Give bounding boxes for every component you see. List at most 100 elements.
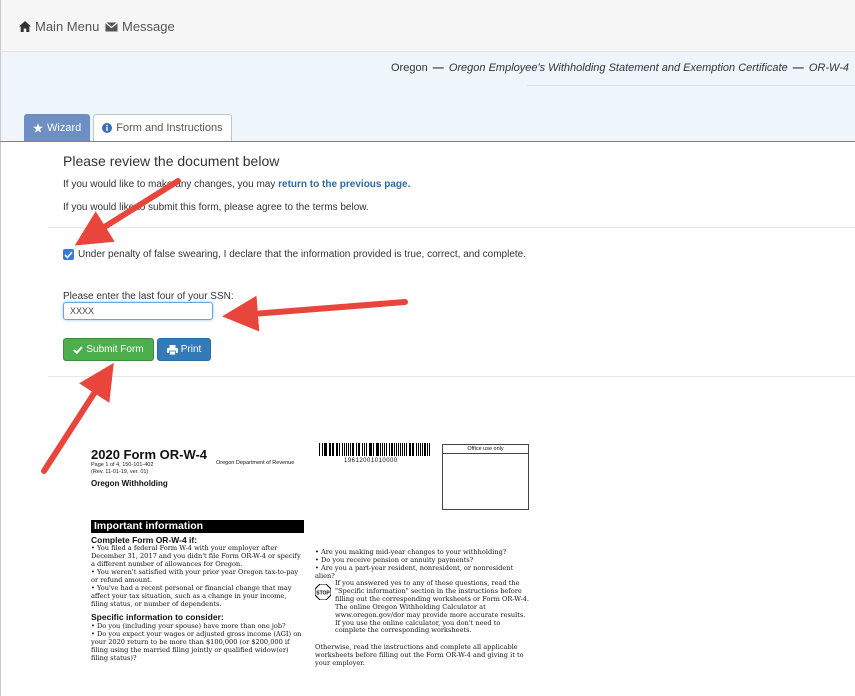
breadcrumb-form-code: OR-W-4 [808,62,849,74]
barcode-stripe [322,443,323,456]
annotation-arrow [222,295,408,332]
barcode-stripe [319,443,321,456]
barcode-stripe [415,443,418,456]
submit-form-button[interactable]: Submit Form [63,338,154,361]
breadcrumb-form-title: Oregon Employee's Withholding Statement … [448,62,788,74]
top-nav-bar: Main Menu Message [0,0,855,52]
breadcrumb-separator: — [432,62,444,74]
barcode-stripe [331,443,334,456]
home-icon [19,21,31,32]
barcode-stripe [344,443,345,456]
barcode-stripe [368,443,370,456]
barcode-stripe [422,443,424,456]
office-use-label: Office use only [443,445,528,454]
barcode-stripe [429,443,430,456]
tab-form-label: Form and Instructions [116,122,223,134]
doc-subtitle: Oregon Withholding [91,479,168,488]
office-use-box: Office use only [442,444,529,510]
barcode-stripe [399,443,401,456]
doc-department: Oregon Department of Revenue [216,460,295,466]
stop-sign-icon: STOP [315,584,331,600]
barcode-stripe [426,443,428,456]
barcode-stripe [359,443,361,456]
envelope-icon [105,21,118,31]
stop-instructions: If you answered yes to any of these ques… [335,579,530,635]
barcode-stripe [382,443,384,456]
barcode-stripe [388,443,391,456]
barcode-stripe [397,443,399,456]
print-label: Print [180,344,202,355]
declaration-label: Under penalty of false swearing, I decla… [78,249,527,260]
list-item: • You've had a recent personal or financ… [91,584,292,608]
breadcrumb-separator: — [792,62,804,74]
submit-form-label: Submit Form [86,344,144,355]
message-link[interactable]: Message [105,19,175,34]
info-icon [102,123,113,133]
barcode-stripe [341,443,344,456]
list-item: • Do you expect your wages or adjusted g… [91,630,302,662]
declaration-checkbox[interactable] [63,249,74,260]
barcode-stripe [365,443,367,456]
barcode-stripe [408,443,411,456]
barcode-stripe [355,443,357,456]
barcode [319,443,431,456]
important-info-heading: Important information [91,520,304,533]
doc-title: 2020 Form OR-W-4 [91,447,208,462]
barcode-stripe [325,443,327,456]
barcode-stripe [345,443,347,456]
barcode-stripe [418,443,419,456]
barcode-stripe [411,443,413,456]
barcode-stripe [379,443,381,456]
print-button[interactable]: Print [157,338,211,361]
checkmark-icon [64,251,73,259]
return-previous-link[interactable]: return to the previous page. [278,179,410,190]
barcode-stripe [338,443,340,456]
barcode-stripe [330,443,331,456]
barcode-stripe [377,443,379,456]
barcode-stripe [335,443,337,456]
ssn-input[interactable] [63,302,213,320]
barcode-stripe [328,443,330,456]
doc-rev-info: (Rev. 11-01-19, ver. 01) [91,469,149,475]
barcode-stripe [370,443,373,456]
star-icon [33,123,43,133]
barcode-stripe [352,443,354,456]
barcode-stripe [337,443,338,456]
barcode-stripe [393,443,395,456]
barcode-stripe [357,443,359,456]
tab-wizard-label: Wizard [47,122,82,134]
barcode-stripe [413,443,414,456]
review-title: Please review the document below [63,153,280,169]
tab-form-and-instructions[interactable]: Form and Instructions [93,114,232,141]
barcode-stripe [323,443,325,456]
breadcrumb: Oregon — Oregon Employee's Withholding S… [391,62,849,74]
content-left-border [0,142,1,696]
barcode-stripe [424,443,426,456]
barcode-stripe [391,443,393,456]
header-divider [527,85,855,86]
barcode-stripe [385,443,387,456]
check-icon [73,345,84,354]
tab-wizard[interactable]: Wizard [24,114,91,141]
stop-label: STOP [316,591,330,597]
main-menu-link[interactable]: Main Menu [19,19,99,34]
message-label: Message [122,19,175,34]
divider [48,376,855,377]
printer-icon [166,344,178,355]
barcode-stripe [419,443,421,456]
form-document-preview: 2020 Form OR-W-4 Page 1 of 4, 150-101-40… [91,440,529,696]
barcode-stripe [362,443,363,456]
tab-bar: Wizard Form and Instructions [24,114,232,141]
closing-instructions: Otherwise, read the instructions and com… [315,643,524,667]
list-item: • You filed a federal Form W-4 with your… [91,544,301,568]
tab-underline [0,141,855,142]
breadcrumb-state: Oregon [391,62,428,74]
barcode-stripe [406,443,407,456]
main-menu-label: Main Menu [35,19,100,34]
barcode-stripe [384,443,385,456]
change-instructions: If you would like to make any changes, y… [63,179,410,190]
specific-heading: Specific information to consider: [91,612,224,622]
barcode-stripe [402,443,404,456]
doc-page-info: Page 1 of 4, 150-101-402 [91,462,154,468]
barcode-number: 19612001010000 [344,458,398,464]
